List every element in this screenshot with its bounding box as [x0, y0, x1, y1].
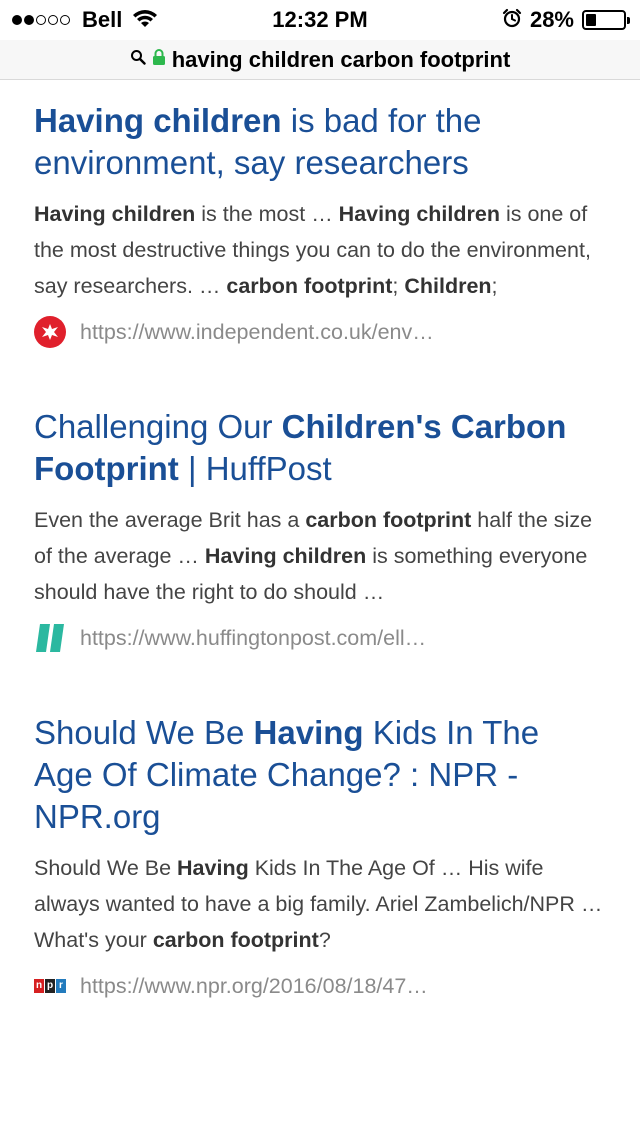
- result-snippet: Should We Be Having Kids In The Age Of ……: [34, 850, 604, 958]
- text-segment: Even the average Brit has a: [34, 508, 306, 532]
- text-segment: ;: [392, 274, 405, 298]
- text-segment: | HuffPost: [178, 450, 332, 487]
- text-segment: ?: [318, 928, 331, 952]
- battery-fill: [586, 14, 597, 26]
- address-bar[interactable]: having children carbon footprint: [0, 40, 640, 80]
- npr-letter-r: r: [56, 979, 66, 993]
- highlighted-term: Having children: [34, 102, 282, 139]
- result-snippet: Having children is the most … Having chi…: [34, 196, 604, 304]
- npr-letter-p: p: [45, 979, 55, 993]
- search-result: Having children is bad for the environme…: [34, 100, 604, 348]
- search-result: Should We Be Having Kids In The Age Of C…: [34, 712, 604, 1002]
- status-bar: Bell 12:32 PM 28%: [0, 0, 640, 40]
- search-results: Having children is bad for the environme…: [34, 100, 604, 1060]
- highlighted-term: Having: [253, 714, 364, 751]
- highlighted-term: carbon footprint: [226, 274, 393, 298]
- text-segment: Should We Be: [34, 714, 254, 751]
- search-result: Challenging Our Children's Carbon Footpr…: [34, 406, 604, 654]
- result-source[interactable]: n p r https://www.npr.org/2016/08/18/47…: [34, 970, 604, 1002]
- status-right: 28%: [502, 6, 630, 34]
- result-title-link[interactable]: Challenging Our Children's Carbon Footpr…: [34, 406, 604, 490]
- npr-logo-icon: n p r: [34, 979, 66, 993]
- highlighted-term: Having children: [34, 202, 196, 226]
- highlighted-term: carbon footprint: [305, 508, 472, 532]
- lock-icon: [152, 48, 166, 71]
- text-segment: ;: [491, 274, 498, 298]
- battery-nub: [627, 17, 630, 24]
- highlighted-term: Having: [177, 856, 249, 880]
- highlighted-term: Having children: [204, 544, 367, 568]
- highlighted-term: Having children: [338, 202, 500, 226]
- result-title-link[interactable]: Having children is bad for the environme…: [34, 100, 604, 184]
- result-source[interactable]: https://www.independent.co.uk/env…: [34, 316, 604, 348]
- npr-letter-n: n: [34, 979, 44, 993]
- result-url[interactable]: https://www.npr.org/2016/08/18/47…: [80, 974, 428, 999]
- battery-percentage: 28%: [529, 7, 574, 32]
- result-title-link[interactable]: Should We Be Having Kids In The Age Of C…: [34, 712, 604, 838]
- result-url[interactable]: https://www.huffingtonpost.com/ell…: [80, 626, 426, 651]
- result-snippet: Even the average Brit has a carbon footp…: [34, 502, 604, 610]
- result-url[interactable]: https://www.independent.co.uk/env…: [80, 320, 434, 345]
- alarm-icon: [502, 8, 522, 33]
- search-icon: [130, 49, 146, 70]
- address-query[interactable]: having children carbon footprint: [172, 47, 511, 73]
- battery-icon: [582, 10, 630, 30]
- text-segment: Challenging Our: [34, 408, 282, 445]
- text-segment: is the most …: [195, 202, 339, 226]
- highlighted-term: carbon footprint: [152, 928, 319, 952]
- result-source[interactable]: https://www.huffingtonpost.com/ell…: [34, 622, 604, 654]
- highlighted-term: Children: [404, 274, 492, 298]
- independent-eagle-icon: [34, 316, 66, 348]
- huffpost-icon: [34, 622, 66, 654]
- text-segment: Should We Be: [34, 856, 178, 880]
